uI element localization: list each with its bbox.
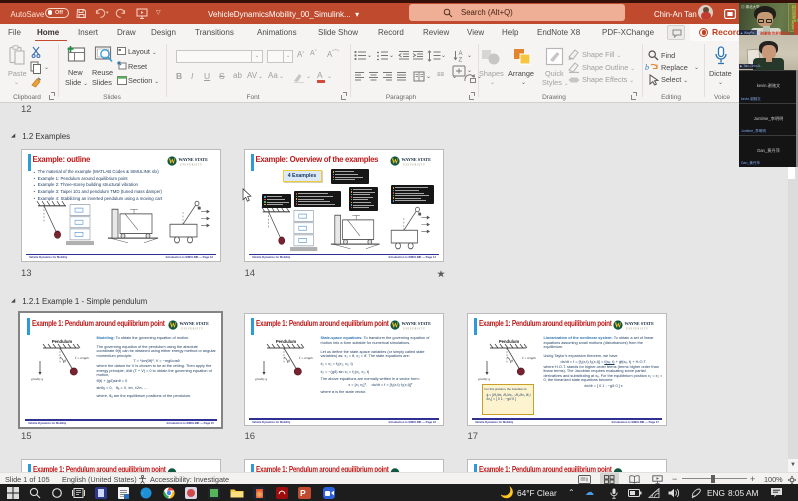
svg-text:W: W [614, 322, 621, 330]
svg-text:W: W [169, 321, 176, 329]
svg-text:W: W [168, 157, 175, 165]
svg-text:UNIVERSITY: UNIVERSITY [181, 327, 204, 330]
svg-text:UNIVERSITY: UNIVERSITY [626, 328, 649, 331]
svg-text:ℓ = length: ℓ = length [75, 356, 89, 360]
svg-text:Pendulum: Pendulum [275, 339, 296, 344]
svg-text:gravity g: gravity g [31, 377, 43, 381]
svg-text:b: b [645, 63, 649, 72]
svg-text:Z: Z [459, 57, 463, 62]
svg-text:θ: θ [64, 359, 66, 363]
svg-text:WAYNE STATE: WAYNE STATE [401, 157, 431, 162]
svg-text:m: m [198, 206, 201, 210]
svg-text:UNIVERSITY: UNIVERSITY [403, 163, 426, 166]
svg-text:UNIVERSITY: UNIVERSITY [403, 328, 426, 331]
svg-text:UNIVERSITY: UNIVERSITY [180, 163, 203, 166]
svg-text:θ: θ [511, 360, 513, 364]
svg-text:WAYNE STATE: WAYNE STATE [624, 321, 654, 326]
svg-text:WAYNE STATE: WAYNE STATE [179, 321, 209, 326]
svg-text:θ: θ [288, 360, 290, 364]
svg-text:A: A [459, 51, 463, 57]
svg-text:m: m [418, 212, 421, 216]
svg-text:WAYNE STATE: WAYNE STATE [401, 321, 431, 326]
svg-text:ℓ = length: ℓ = length [522, 356, 536, 360]
svg-text:gravity g: gravity g [478, 377, 490, 381]
svg-text:WAYNE STATE: WAYNE STATE [178, 157, 208, 162]
svg-text:gravity g: gravity g [255, 377, 267, 381]
svg-text:Pendulum: Pendulum [51, 339, 72, 344]
svg-text:W: W [391, 322, 398, 330]
svg-text:ℓ = length: ℓ = length [299, 356, 313, 360]
svg-text:W: W [391, 157, 398, 165]
svg-text:Pendulum: Pendulum [498, 339, 519, 344]
